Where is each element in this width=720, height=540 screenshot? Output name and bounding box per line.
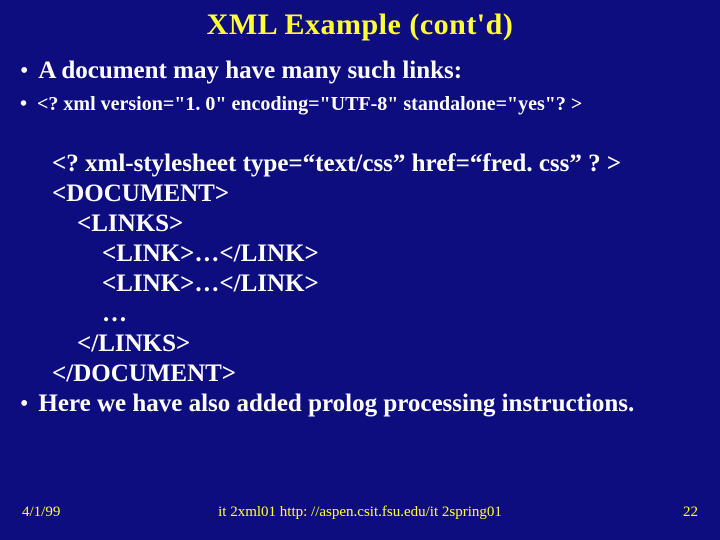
bullet-text-1: A document may have many such links: xyxy=(38,56,462,86)
bullet-item-2: • <? xml version="1. 0" encoding="UTF-8"… xyxy=(18,92,702,117)
code-line: <? xml-stylesheet type=“text/css” href=“… xyxy=(52,150,621,177)
code-line: </LINKS> xyxy=(52,330,190,357)
bullet-dot-icon: • xyxy=(20,56,28,86)
bullet-item-3: • Here we have also added prolog process… xyxy=(18,389,702,419)
bullet-text-2: <? xml version="1. 0" encoding="UTF-8" s… xyxy=(37,92,582,117)
code-line: <LINKS> xyxy=(52,210,183,237)
footer: 4/1/99 it 2xml01 http: //aspen.csit.fsu.… xyxy=(0,504,720,526)
footer-center: it 2xml01 http: //aspen.csit.fsu.edu/it … xyxy=(218,504,502,521)
code-line: <DOCUMENT> xyxy=(52,180,229,207)
slide: XML Example (cont'd) • A document may ha… xyxy=(0,0,720,540)
slide-title: XML Example (cont'd) xyxy=(18,8,702,42)
bullet-dot-icon: • xyxy=(20,92,27,117)
bullet-item-1: • A document may have many such links: xyxy=(18,56,702,86)
code-line: … xyxy=(52,300,127,327)
code-line: <LINK>…</LINK> xyxy=(52,270,319,297)
bullet-text-3: Here we have also added prolog processin… xyxy=(38,389,634,419)
bullet-dot-icon: • xyxy=(20,389,28,419)
code-line: </DOCUMENT> xyxy=(52,360,236,387)
code-block: <? xml-stylesheet type=“text/css” href=“… xyxy=(52,119,702,389)
code-line: <LINK>…</LINK> xyxy=(52,240,319,267)
footer-page-number: 22 xyxy=(683,504,698,521)
footer-date: 4/1/99 xyxy=(22,504,60,521)
